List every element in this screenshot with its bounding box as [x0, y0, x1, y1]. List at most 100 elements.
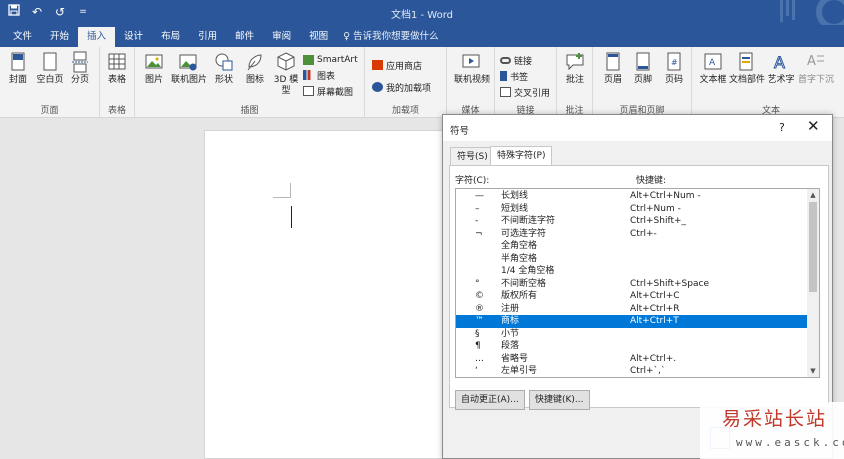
scrollbar-thumb[interactable]	[809, 202, 817, 292]
char-shortcut: Ctrl+`,`	[630, 366, 666, 376]
icons-label: 图标	[245, 75, 264, 85]
char-shortcut: Alt+Ctrl+.	[630, 353, 677, 364]
online-picture-label: 联机图片	[171, 75, 208, 85]
tab-file[interactable]: 文件	[4, 27, 41, 47]
tab-review[interactable]: 审阅	[263, 27, 300, 47]
comment-button[interactable]: 批注	[558, 51, 592, 86]
footer-button[interactable]: 页脚	[626, 51, 660, 86]
bookmark-icon	[500, 71, 507, 81]
char-name: 短划线	[501, 203, 529, 214]
list-item[interactable]: 全角空格	[456, 240, 807, 253]
shortcut-column-header: 快捷键:	[636, 176, 667, 186]
lightbulb-icon: ♀	[343, 31, 351, 42]
autocorrect-button[interactable]: 自动更正(A)...	[455, 390, 525, 410]
list-item[interactable]: ‑ 不间断连字符 Ctrl+Shift+_	[456, 215, 807, 228]
char-name: 不间断连字符	[501, 216, 556, 226]
dialog-title-bar[interactable]: 符号 ? ✕	[443, 115, 832, 141]
close-button[interactable]: ✕	[807, 118, 820, 134]
tab-symbols[interactable]: 符号(S)	[450, 147, 495, 166]
list-item[interactable]: ‘ 左单引号 Ctrl+`,`	[456, 365, 807, 377]
char-symbol: ‘	[475, 366, 478, 376]
textbox-button[interactable]: A 文本框	[696, 51, 730, 86]
list-item[interactable]: © 版权所有 Alt+Ctrl+C	[456, 290, 807, 303]
blank-page-label: 空白页	[36, 75, 64, 85]
textbox-label: 文本框	[699, 75, 727, 85]
shapes-button[interactable]: 形状	[207, 51, 241, 86]
list-item[interactable]: – 短划线 Ctrl+Num -	[456, 203, 807, 216]
page-break-button[interactable]: 分页	[63, 51, 97, 86]
wordart-button[interactable]: A 艺术字	[764, 51, 798, 86]
char-name: 版权所有	[501, 291, 538, 301]
crossref-button[interactable]: 交叉引用	[500, 85, 550, 99]
cover-page-label: 封面	[8, 75, 27, 85]
char-name: 左单引号	[501, 366, 538, 376]
cover-page-button[interactable]: 封面	[1, 51, 35, 86]
table-icon	[107, 51, 127, 73]
group-illustrations-label: 插图	[240, 106, 259, 116]
footer-label: 页脚	[633, 75, 652, 85]
scroll-down-icon[interactable]: ▼	[807, 365, 819, 377]
ribbon-tabs: 文件 开始 插入 设计 布局 引用 邮件 审阅 视图 ♀ 告诉我你想要做什么	[0, 25, 844, 47]
list-item[interactable]: ¬ 可选连字符 Ctrl+-	[456, 228, 807, 241]
tab-mailings[interactable]: 邮件	[226, 27, 263, 47]
list-item[interactable]: ° 不间断空格 Ctrl+Shift+Space	[456, 278, 807, 291]
list-scrollbar[interactable]: ▲ ▼	[807, 189, 819, 377]
char-shortcut: Alt+Ctrl+T	[630, 316, 679, 326]
shortcut-key-button[interactable]: 快捷键(K)...	[529, 390, 590, 410]
special-characters-list[interactable]: — 长划线 Alt+Ctrl+Num - – 短划线 Ctrl+Num - ‑ 不间断连字…	[455, 188, 820, 378]
online-picture-button[interactable]: 联机图片	[171, 51, 208, 86]
page-number-button[interactable]: # 页码	[657, 51, 691, 86]
tab-special-characters[interactable]: 特殊字符(P)	[490, 146, 553, 166]
scroll-up-icon[interactable]: ▲	[807, 189, 819, 201]
chart-button[interactable]: 图表	[303, 68, 335, 82]
my-addins-button[interactable]: 我的加载项	[372, 80, 431, 94]
header-button[interactable]: 页眉	[596, 51, 630, 86]
list-item[interactable]: 半角空格	[456, 253, 807, 266]
char-name: 1/4 全角空格	[501, 266, 555, 276]
list-item-selected[interactable]: ™ 商标 Alt+Ctrl+T	[456, 315, 807, 328]
list-item[interactable]: ® 注册 Alt+Ctrl+R	[456, 303, 807, 316]
list-item[interactable]: — 长划线 Alt+Ctrl+Num -	[456, 190, 807, 203]
table-button[interactable]: 表格	[100, 51, 134, 86]
picture-label: 图片	[144, 75, 163, 85]
blank-page-button[interactable]: 空白页	[33, 51, 67, 86]
footer-icon	[633, 51, 653, 73]
store-button[interactable]: 应用商店	[372, 58, 422, 72]
quickparts-icon	[736, 51, 756, 73]
watermark-url: www.easck.com	[736, 436, 844, 449]
bookmark-button[interactable]: 书签	[500, 69, 528, 83]
tab-design[interactable]: 设计	[115, 27, 152, 47]
char-symbol: ‑	[475, 216, 479, 226]
tab-home[interactable]: 开始	[41, 27, 78, 47]
screenshot-button[interactable]: 屏幕截图	[303, 84, 353, 98]
char-symbol: ©	[475, 291, 484, 301]
list-item[interactable]: … 省略号 Alt+Ctrl+.	[456, 353, 807, 366]
link-button[interactable]: 链接	[500, 53, 532, 67]
picture-button[interactable]: 图片	[137, 51, 171, 86]
icons-button[interactable]: 图标	[238, 51, 272, 86]
3d-models-button[interactable]: 3D 模 型	[269, 51, 303, 97]
tab-view[interactable]: 视图	[300, 27, 337, 47]
watermark-text: 易采站长站	[722, 408, 828, 430]
help-button[interactable]: ?	[779, 121, 785, 134]
screenshot-label: 屏幕截图	[317, 87, 354, 98]
smartart-button[interactable]: SmartArt	[303, 53, 358, 67]
quickparts-button[interactable]: 文档部件	[729, 51, 765, 86]
svg-text:A: A	[709, 58, 716, 68]
dropcap-button[interactable]: A 首字下沉	[798, 51, 834, 86]
tab-insert[interactable]: 插入	[78, 27, 116, 47]
chart-icon	[303, 70, 314, 80]
tab-references[interactable]: 引用	[189, 27, 226, 47]
list-item[interactable]: ¶ 段落	[456, 340, 807, 353]
online-video-button[interactable]: 联机视频	[454, 51, 490, 86]
document-page[interactable]	[204, 130, 464, 459]
group-media: 联机视频 媒体	[447, 47, 495, 118]
list-item[interactable]: 1/4 全角空格	[456, 265, 807, 278]
page-number-icon: #	[664, 51, 684, 73]
svg-text:A: A	[774, 53, 785, 72]
char-shortcut: Alt+Ctrl+R	[630, 303, 680, 314]
textbox-icon: A	[703, 51, 723, 73]
tell-me-box[interactable]: ♀ 告诉我你想要做什么	[337, 27, 439, 47]
tab-layout[interactable]: 布局	[152, 27, 189, 47]
list-item[interactable]: § 小节	[456, 328, 807, 341]
